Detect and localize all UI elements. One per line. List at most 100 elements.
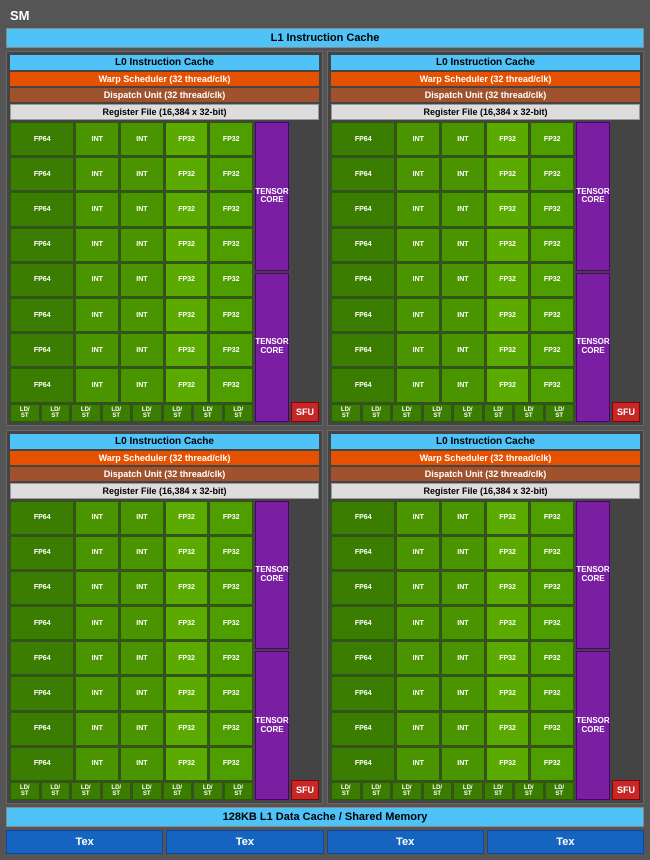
int-cell: INT	[441, 228, 485, 262]
fp64-cell: FP64	[10, 122, 74, 156]
fp32-cell: FP32	[530, 501, 574, 535]
fp-row: FP64 INT INT FP32 FP32	[331, 676, 574, 710]
int-cell: INT	[75, 333, 119, 367]
int-cell: INT	[396, 368, 440, 402]
fp-row: FP64 INT INT FP32 FP32	[331, 606, 574, 640]
fp64-cell: FP64	[331, 263, 395, 297]
fp64-cell: FP64	[331, 571, 395, 605]
fp32-cell: FP32	[486, 676, 530, 710]
fp64-cell: FP64	[10, 368, 74, 402]
ldst-cell: LD/ST	[362, 404, 392, 422]
int-cell: INT	[120, 263, 164, 297]
int-cell: INT	[396, 333, 440, 367]
ldst-cell: LD/ST	[132, 782, 162, 800]
int-cell: INT	[441, 712, 485, 746]
ldst-cell: LD/ST	[41, 404, 71, 422]
int-cell: INT	[75, 676, 119, 710]
int-cell: INT	[441, 747, 485, 781]
int-cell: INT	[120, 122, 164, 156]
ldst-cell: LD/ST	[514, 404, 544, 422]
ldst-cell: LD/ST	[423, 782, 453, 800]
fp64-cell: FP64	[10, 536, 74, 570]
int-cell: INT	[120, 536, 164, 570]
int-cell: INT	[75, 606, 119, 640]
int-cell: INT	[396, 641, 440, 675]
ldst-cell: LD/ST	[41, 782, 71, 800]
ldst-cell: LD/ST	[545, 782, 575, 800]
int-cell: INT	[441, 263, 485, 297]
fp32-cell: FP32	[209, 641, 253, 675]
int-cell: INT	[441, 501, 485, 535]
tex-unit-2: Tex	[327, 830, 484, 854]
fp64-cell: FP64	[10, 676, 74, 710]
int-cell: INT	[396, 676, 440, 710]
sm-quad-1: L0 Instruction Cache Warp Scheduler (32 …	[327, 51, 644, 426]
fp-row: FP64 INT INT FP32 FP32	[331, 192, 574, 226]
fp32-cell: FP32	[486, 641, 530, 675]
int-cell: INT	[441, 333, 485, 367]
fp32-cell: FP32	[530, 641, 574, 675]
int-cell: INT	[396, 747, 440, 781]
fp32-cell: FP32	[486, 298, 530, 332]
int-cell: INT	[75, 712, 119, 746]
fp32-cell: FP32	[165, 641, 209, 675]
int-cell: INT	[396, 606, 440, 640]
int-cell: INT	[396, 712, 440, 746]
fp32-cell: FP32	[530, 676, 574, 710]
fp32-cell: FP32	[486, 192, 530, 226]
fp32-cell: FP32	[486, 333, 530, 367]
dispatch-unit-3: Dispatch Unit (32 thread/clk)	[331, 467, 640, 481]
reg-file-0: Register File (16,384 x 32-bit)	[10, 104, 319, 120]
ldst-cell: LD/ST	[484, 404, 514, 422]
reg-file-1: Register File (16,384 x 32-bit)	[331, 104, 640, 120]
tensor-core-7: TENSORCORE	[576, 651, 610, 800]
int-cell: INT	[441, 192, 485, 226]
fp32-cell: FP32	[209, 298, 253, 332]
int-cell: INT	[120, 606, 164, 640]
int-cell: INT	[120, 157, 164, 191]
fp-row: FP64 INT INT FP32 FP32	[10, 571, 253, 605]
fp64-cell: FP64	[331, 192, 395, 226]
l0-cache-2: L0 Instruction Cache	[10, 434, 319, 449]
fp32-cell: FP32	[209, 157, 253, 191]
fp32-cell: FP32	[165, 368, 209, 402]
fp32-cell: FP32	[165, 333, 209, 367]
warp-scheduler-2: Warp Scheduler (32 thread/clk)	[10, 451, 319, 465]
ldst-cell: LD/ST	[514, 782, 544, 800]
l1-data-cache: 128KB L1 Data Cache / Shared Memory	[6, 807, 644, 827]
sm-quad-2: L0 Instruction Cache Warp Scheduler (32 …	[6, 430, 323, 805]
l0-cache-1: L0 Instruction Cache	[331, 55, 640, 70]
tensor-core-3: TENSORCORE	[576, 273, 610, 422]
fp32-cell: FP32	[486, 368, 530, 402]
ldst-cell: LD/ST	[193, 782, 223, 800]
fp32-cell: FP32	[530, 571, 574, 605]
l0-cache-0: L0 Instruction Cache	[10, 55, 319, 70]
int-cell: INT	[396, 192, 440, 226]
fp-int-grid-2: FP64 INT INT FP32 FP32 FP64 INT INT FP32…	[10, 501, 253, 801]
fp-row: FP64 INT INT FP32 FP32	[331, 333, 574, 367]
sfu-3: SFU	[612, 780, 640, 800]
int-cell: INT	[120, 368, 164, 402]
ldst-cell: LD/ST	[224, 404, 254, 422]
ldst-cell: LD/ST	[545, 404, 575, 422]
fp32-cell: FP32	[486, 228, 530, 262]
int-cell: INT	[396, 263, 440, 297]
fp64-cell: FP64	[10, 263, 74, 297]
fp32-cell: FP32	[209, 606, 253, 640]
sm-quad-0: L0 Instruction Cache Warp Scheduler (32 …	[6, 51, 323, 426]
fp64-cell: FP64	[331, 228, 395, 262]
fp32-cell: FP32	[165, 536, 209, 570]
int-cell: INT	[396, 536, 440, 570]
warp-scheduler-1: Warp Scheduler (32 thread/clk)	[331, 72, 640, 86]
sfu-0: SFU	[291, 402, 319, 422]
fp-row: FP64 INT INT FP32 FP32	[331, 536, 574, 570]
int-cell: INT	[120, 298, 164, 332]
ldst-cell: LD/ST	[163, 404, 193, 422]
sm-title: SM	[6, 6, 34, 25]
int-cell: INT	[120, 571, 164, 605]
fp32-cell: FP32	[209, 501, 253, 535]
int-cell: INT	[75, 747, 119, 781]
fp32-cell: FP32	[165, 192, 209, 226]
fp64-cell: FP64	[331, 368, 395, 402]
fp-row: FP64 INT INT FP32 FP32	[10, 501, 253, 535]
